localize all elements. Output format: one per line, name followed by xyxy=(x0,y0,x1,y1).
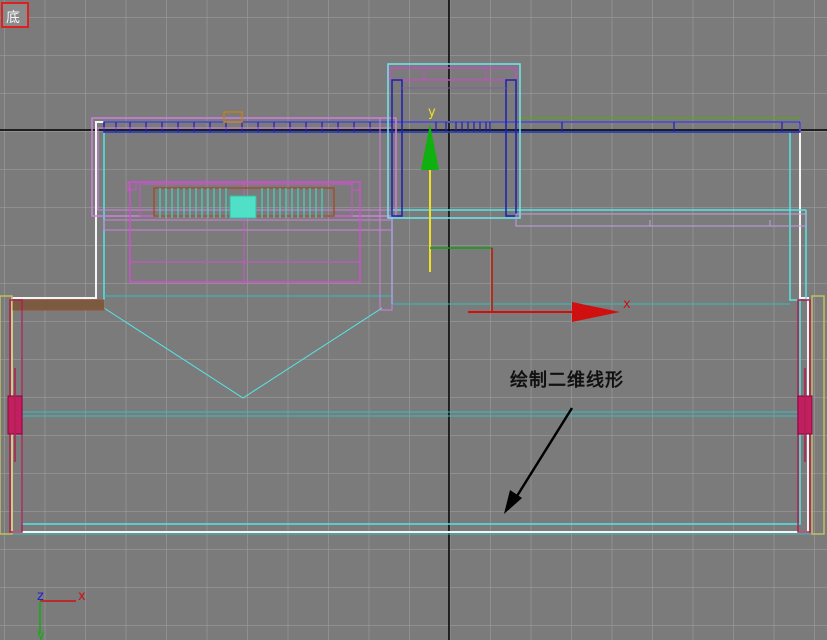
triad-y-label: y xyxy=(37,628,45,640)
viewport-label-text: 底 xyxy=(6,10,20,26)
viewport-label[interactable]: 底 xyxy=(1,2,29,28)
gizmo-x-label: x xyxy=(623,297,631,312)
bottom-viewport[interactable]: y x z x y 底 绘制二维线形 xyxy=(0,0,827,640)
triad-z-label: z xyxy=(37,589,44,604)
inner-outline-cyan xyxy=(21,131,801,525)
gizmo-y-label: y xyxy=(428,105,436,120)
floor-outline xyxy=(11,121,809,533)
annotation-text: 绘制二维线形 xyxy=(510,370,624,391)
axis-triad-icon xyxy=(39,600,76,634)
v-shape-line xyxy=(103,307,383,399)
annotation-arrow-icon xyxy=(504,407,574,514)
triad-x-label: x xyxy=(78,589,86,604)
viewport-scene[interactable]: y x z x y xyxy=(0,0,827,640)
